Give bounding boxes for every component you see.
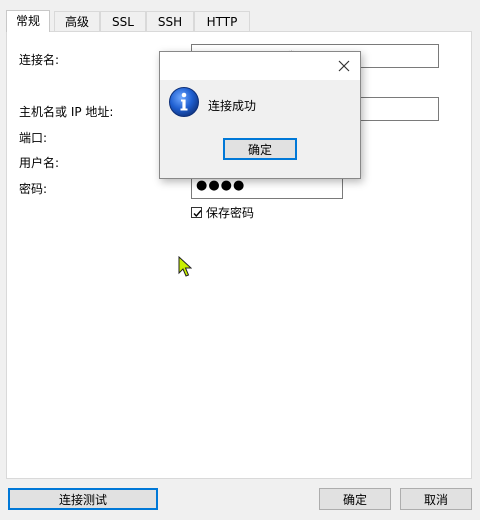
message-dialog: 连接成功 确定 xyxy=(159,51,361,179)
ok-button[interactable]: 确定 xyxy=(319,488,391,510)
dialog-ok-button[interactable]: 确定 xyxy=(223,138,297,160)
button-label: 连接测试 xyxy=(58,492,107,507)
tab-label: SSL xyxy=(112,15,134,29)
tab-label: 高级 xyxy=(64,15,89,29)
connection-name-label: 连接名: xyxy=(19,53,60,67)
tab-advanced[interactable]: 高级 xyxy=(54,11,100,31)
tab-bar: 常规 高级 SSL SSH HTTP xyxy=(6,10,472,32)
dialog-message: 连接成功 xyxy=(208,99,257,113)
check-icon xyxy=(193,210,202,218)
tab-label: 常规 xyxy=(15,14,40,28)
port-label: 端口: xyxy=(19,131,48,145)
mouse-pointer-icon xyxy=(178,256,192,277)
username-label: 用户名: xyxy=(19,156,60,170)
button-label: 确定 xyxy=(342,492,367,507)
tab-ssl[interactable]: SSL xyxy=(100,11,146,31)
tab-http[interactable]: HTTP xyxy=(194,11,250,31)
close-icon[interactable] xyxy=(336,58,352,74)
password-label: 密码: xyxy=(19,182,48,196)
tab-label: SSH xyxy=(157,15,183,29)
save-password-label: 保存密码 xyxy=(206,206,255,220)
button-label: 确定 xyxy=(247,142,272,157)
cancel-button[interactable]: 取消 xyxy=(400,488,472,510)
tab-ssh[interactable]: SSH xyxy=(146,11,194,31)
save-password-row[interactable]: 保存密码 xyxy=(191,204,254,221)
dialog-body: 连接成功 确定 xyxy=(160,80,360,178)
dialog-title-bar xyxy=(160,52,360,80)
host-label: 主机名或 IP 地址: xyxy=(19,105,114,119)
tab-general[interactable]: 常规 xyxy=(6,10,50,32)
info-icon xyxy=(169,87,199,117)
test-connection-button[interactable]: 连接测试 xyxy=(8,488,158,510)
tab-label: HTTP xyxy=(206,15,238,29)
button-label: 取消 xyxy=(423,492,448,507)
save-password-checkbox[interactable] xyxy=(191,207,202,218)
password-mask: ●●●● xyxy=(196,178,246,193)
